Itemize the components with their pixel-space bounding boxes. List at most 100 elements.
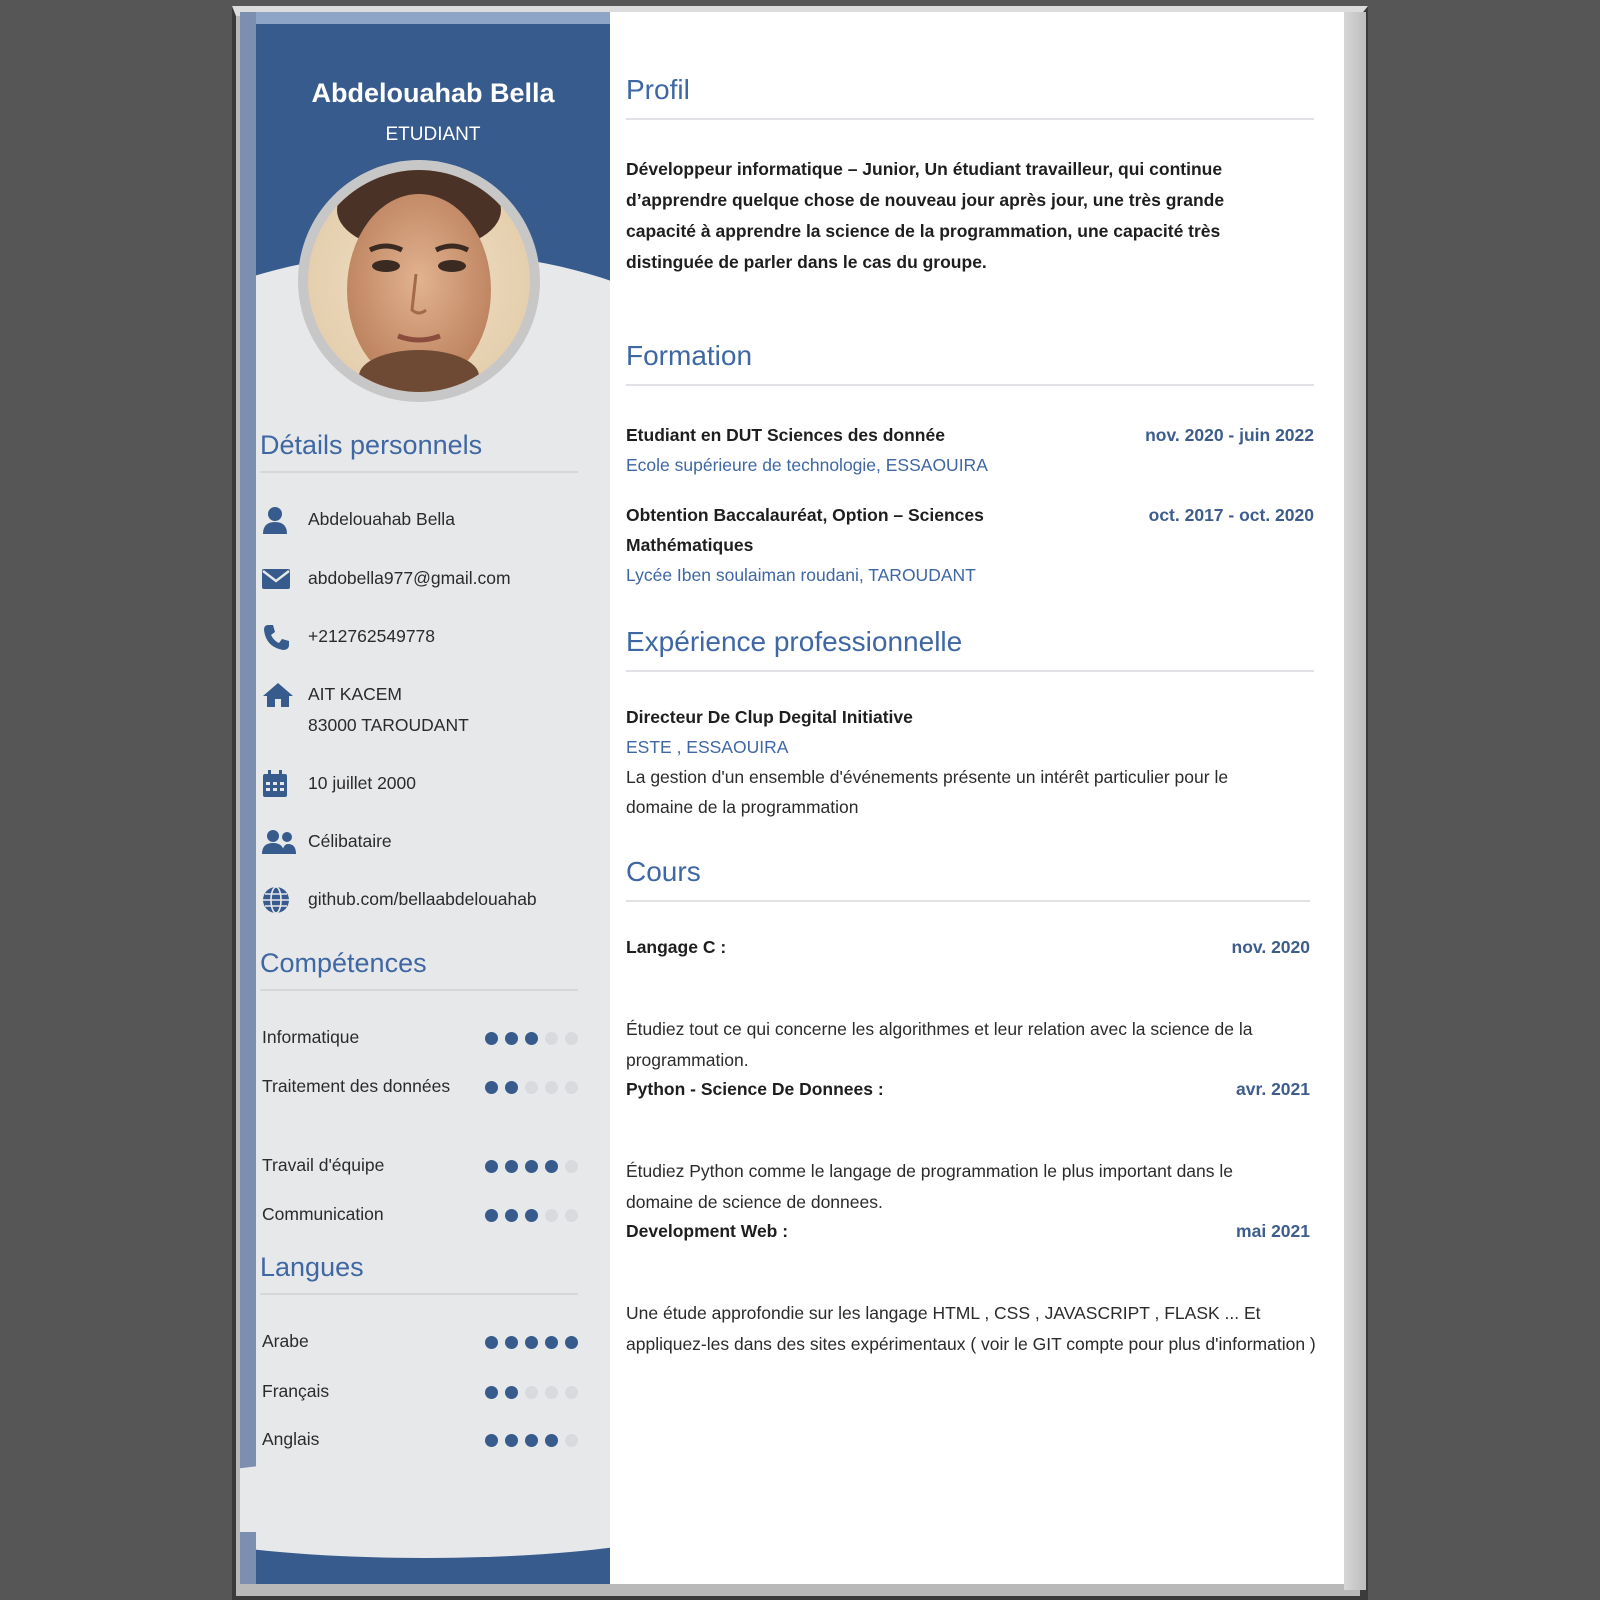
skill-label: Traitement des données: [262, 1076, 451, 1096]
rating-dot-empty: [565, 1386, 578, 1399]
detail-text: +212762549778: [308, 626, 436, 646]
rating-dot-filled: [545, 1336, 558, 1349]
rating-dot-filled: [505, 1032, 518, 1045]
rating-dot-empty: [565, 1434, 578, 1447]
course-description: Étudiez Python comme le langage de progr…: [626, 1161, 1234, 1212]
rating-dot-filled: [485, 1386, 498, 1399]
details-title: Détails personnels: [260, 430, 578, 473]
rating-dot-empty: [525, 1081, 538, 1094]
rating-dot-filled: [525, 1434, 538, 1447]
calendar-icon: [262, 768, 296, 799]
detail-text: github.com/bellaabdelouahab: [308, 889, 537, 909]
language-label: Arabe: [262, 1331, 309, 1351]
course-description: Une étude approfondie sur les langage HT…: [626, 1303, 1316, 1354]
rating-dot-filled: [505, 1386, 518, 1399]
rating-dot-filled: [545, 1434, 558, 1447]
detail-name: Abdelouahab Bella: [262, 504, 602, 535]
formation-title: Formation: [626, 340, 1314, 386]
skill-label: Communication: [262, 1204, 384, 1224]
profil-title: Profil: [626, 74, 1314, 120]
detail-email: abdobella977@gmail.com: [262, 563, 602, 594]
skill-rating: [485, 1071, 578, 1102]
candidate-name: Abdelouahab Bella: [311, 78, 555, 108]
rating-dot-filled: [525, 1336, 538, 1349]
profile-photo-image: [308, 170, 530, 392]
rating-dot-filled: [485, 1336, 498, 1349]
formation-item: Obtention Baccalauréat, Option – Science…: [626, 500, 1314, 590]
language-label: Anglais: [262, 1429, 320, 1449]
sidebar-top-band: [240, 12, 610, 24]
rating-dot-filled: [525, 1032, 538, 1045]
sidebar: Abdelouahab Bella ETUDIANT Détails perso…: [240, 12, 610, 1584]
candidate-role: ETUDIANT: [385, 124, 481, 145]
detail-text: AIT KACEM 83000 TAROUDANT: [308, 684, 469, 735]
rating-dot-filled: [505, 1081, 518, 1094]
skill-item: Traitement des données: [262, 1071, 578, 1102]
experience-title: Expérience professionnelle: [626, 626, 1314, 672]
rating-dot-filled: [525, 1160, 538, 1173]
rating-dot-empty: [565, 1081, 578, 1094]
formation-degree: Obtention Baccalauréat, Option – Science…: [626, 505, 984, 555]
languages-title: Langues: [260, 1252, 578, 1295]
language-label: Français: [262, 1381, 330, 1401]
skills-title: Compétences: [260, 948, 578, 991]
rating-dot-empty: [545, 1081, 558, 1094]
language-rating: [485, 1376, 578, 1407]
formation-school: Lycée Iben soulaiman roudani, TAROUDANT: [626, 565, 976, 585]
formation-item: Etudiant en DUT Sciences des donnée nov.…: [626, 420, 1314, 480]
profil-text: Développeur informatique – Junior, Un ét…: [626, 159, 1225, 272]
sidebar-left-strip: [240, 12, 256, 1584]
detail-text: abdobella977@gmail.com: [308, 568, 511, 588]
course-name: Development Web :: [626, 1221, 789, 1241]
detail-github[interactable]: github.com/bellaabdelouahab: [262, 884, 602, 915]
rating-dot-empty: [565, 1160, 578, 1173]
detail-text: 10 juillet 2000: [308, 773, 416, 793]
detail-text: Abdelouahab Bella: [308, 509, 455, 529]
course-item: Python - Science De Donnees : avr. 2021: [626, 1074, 1310, 1104]
skill-label: Informatique: [262, 1027, 360, 1047]
users-icon: [262, 826, 296, 857]
rating-dot-filled: [545, 1160, 558, 1173]
experience-description: La gestion d'un ensemble d'événements pr…: [626, 767, 1229, 817]
rating-dot-empty: [545, 1209, 558, 1222]
home-icon: [262, 679, 296, 710]
course-date: avr. 2021: [1236, 1079, 1310, 1099]
skill-item: Informatique: [262, 1022, 578, 1053]
language-rating: [485, 1326, 578, 1357]
detail-birthdate: 10 juillet 2000: [262, 768, 602, 799]
rating-dot-empty: [525, 1386, 538, 1399]
skill-item: Travail d'équipe: [262, 1150, 578, 1181]
formation-school: Ecole supérieure de technologie, ESSAOUI…: [626, 455, 988, 475]
rating-dot-empty: [565, 1032, 578, 1045]
rating-dot-filled: [485, 1032, 498, 1045]
language-item: Anglais: [262, 1424, 578, 1455]
skill-item: Communication: [262, 1199, 578, 1230]
language-item: Arabe: [262, 1326, 578, 1357]
rating-dot-empty: [545, 1386, 558, 1399]
formation-date: nov. 2020 - juin 2022: [1145, 425, 1314, 445]
detail-address: AIT KACEM 83000 TAROUDANT: [262, 679, 602, 741]
detail-phone: +212762549778: [262, 621, 602, 652]
formation-date: oct. 2017 - oct. 2020: [1148, 505, 1314, 525]
rating-dot-filled: [485, 1209, 498, 1222]
formation-degree: Etudiant en DUT Sciences des donnée: [626, 425, 945, 445]
globe-icon: [262, 884, 296, 915]
rating-dot-filled: [505, 1434, 518, 1447]
rating-dot-filled: [485, 1160, 498, 1173]
rating-dot-filled: [565, 1336, 578, 1349]
rating-dot-filled: [525, 1209, 538, 1222]
course-name: Langage C :: [626, 937, 727, 957]
course-date: mai 2021: [1236, 1221, 1310, 1241]
language-item: Français: [262, 1376, 578, 1407]
main-content: Profil Développeur informatique – Junior…: [610, 12, 1344, 1584]
experience-role: Directeur De Clup Degital Initiative: [626, 707, 913, 727]
course-name: Python - Science De Donnees :: [626, 1079, 884, 1099]
phone-icon: [262, 621, 296, 652]
rating-dot-filled: [505, 1160, 518, 1173]
rating-dot-empty: [545, 1032, 558, 1045]
cv-page: Abdelouahab Bella ETUDIANT Détails perso…: [240, 12, 1344, 1584]
envelope-icon: [262, 563, 296, 594]
frame-bevel: [1344, 12, 1366, 1590]
detail-marital-status: Célibataire: [262, 826, 602, 857]
rating-dot-empty: [565, 1209, 578, 1222]
